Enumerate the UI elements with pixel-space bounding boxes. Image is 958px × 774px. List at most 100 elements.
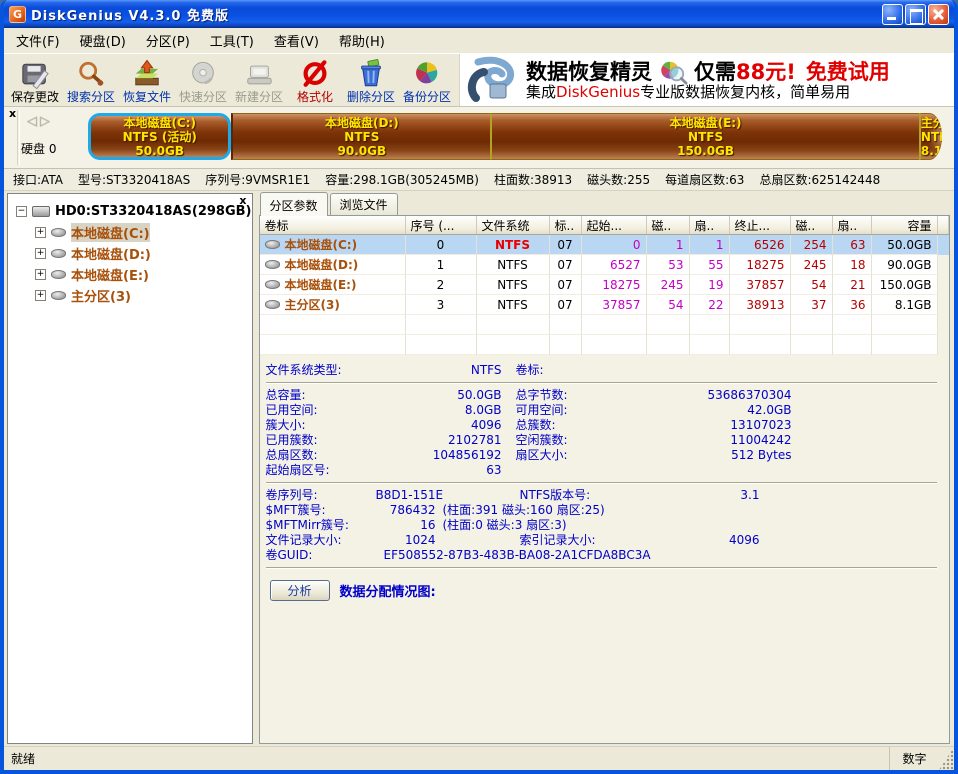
cell-start-cyl: 6527	[582, 255, 647, 275]
table-row[interactable]: 本地磁盘(E:) 2 NTFS 07 18275 245 19 37857 54…	[260, 275, 950, 295]
resize-grip[interactable]	[939, 747, 954, 770]
status-bar: 就绪 数字	[4, 746, 954, 770]
detail-extra: (柱面:391 磁头:160 扇区:25)	[443, 503, 605, 518]
tree-item-disk[interactable]: − HD0:ST3320418AS(298GB)	[8, 201, 252, 222]
ad-banner[interactable]: 数据恢复精灵 仅需88元! 免费试用 集成DiskGenius专业版数据恢复内核…	[459, 54, 954, 106]
cell-filler	[938, 295, 950, 315]
trash-icon	[356, 59, 386, 90]
volume-name: 主分区(3)	[285, 296, 340, 313]
ad-price: 88元!	[736, 61, 796, 83]
analyze-row: 分析 数据分配情况图:	[266, 573, 942, 601]
cell-capacity: 50.0GB	[872, 235, 938, 255]
menu-file[interactable]: 文件(F)	[6, 28, 70, 53]
expand-icon[interactable]: +	[35, 248, 46, 259]
partition-segment-c[interactable]: 本地磁盘(C:) NTFS (活动) 50.0GB	[88, 113, 231, 160]
tab-partition-params[interactable]: 分区参数	[260, 192, 328, 216]
detail-row: 总扇区数:104856192 扇区大小:512 Bytes	[266, 448, 942, 463]
separator	[266, 382, 938, 384]
delete-partition-button[interactable]: 删除分区	[343, 55, 399, 106]
table-row[interactable]: 本地磁盘(C:) 0 NTFS 07 0 1 1 6526 254 63 50.…	[260, 235, 950, 255]
cell-start-cyl: 37857	[582, 295, 647, 315]
format-slash-icon	[300, 59, 330, 90]
col-tag[interactable]: 标..	[550, 216, 582, 234]
cell-end-head: 37	[791, 295, 833, 315]
backup-partition-button[interactable]: 备份分区	[399, 55, 455, 106]
menu-help[interactable]: 帮助(H)	[329, 28, 395, 53]
col-end-sec[interactable]: 扇..	[833, 216, 872, 234]
cell-filesystem: NTFS	[477, 275, 550, 295]
tree-close-icon[interactable]: x	[239, 195, 246, 207]
close-button[interactable]	[928, 4, 949, 25]
menu-disk[interactable]: 硬盘(D)	[70, 28, 136, 53]
toolbar-label: 格式化	[297, 90, 333, 104]
magnifier-icon	[76, 59, 106, 90]
search-partition-button[interactable]: 搜索分区	[63, 55, 119, 106]
menu-tools[interactable]: 工具(T)	[200, 28, 264, 53]
detail-value: 3.1	[650, 488, 760, 503]
detail-label: 已用簇数:	[266, 433, 406, 448]
table-row[interactable]: 主分区(3) 3 NTFS 07 37857 54 22 38913 37 36…	[260, 295, 950, 315]
cell-index: 3	[406, 295, 477, 315]
col-filesystem[interactable]: 文件系统	[477, 216, 550, 234]
ad-text: 数据恢复精灵 仅需88元! 免费试用 集成DiskGenius专业版数据恢复内核…	[526, 59, 890, 101]
partition-segment-4[interactable]: 主分区(3) NTFS 8.1GB	[919, 113, 942, 160]
toolbar-label: 保存更改	[11, 90, 59, 104]
collapse-icon[interactable]: −	[16, 206, 27, 217]
tab-browse-files[interactable]: 浏览文件	[330, 193, 398, 215]
disk-info-bar: 接口:ATA 型号:ST3320418AS 序列号:9VMSR1E1 容量:29…	[4, 169, 954, 191]
col-filler	[938, 216, 950, 234]
analyze-button[interactable]: 分析	[270, 580, 330, 601]
panel-close-icon[interactable]: x	[9, 108, 16, 120]
tree-item-label: 本地磁盘(E:)	[71, 265, 149, 284]
expand-icon[interactable]: +	[35, 227, 46, 238]
detail-row: 总容量:50.0GB 总字节数:53686370304	[266, 388, 942, 403]
prev-disk-icon[interactable]: ◁	[27, 114, 40, 129]
cell-start-cyl: 18275	[582, 275, 647, 295]
menu-partition[interactable]: 分区(P)	[136, 28, 200, 53]
detail-row: 卷GUID:EF508552-87B3-483B-BA08-2A1CFDA8BC…	[266, 548, 942, 563]
save-changes-button[interactable]: 保存更改	[7, 55, 63, 106]
col-start-cyl[interactable]: 起始...	[582, 216, 647, 234]
col-volume-label[interactable]: 卷标	[260, 216, 406, 234]
ad-price-prefix: 仅需	[694, 61, 736, 83]
col-index[interactable]: 序号 (...	[406, 216, 477, 234]
detail-label: 总扇区数:	[266, 448, 406, 463]
detail-label: 卷GUID:	[266, 548, 376, 563]
quick-partition-button[interactable]: 快速分区	[175, 55, 231, 106]
partition-params-panel: 卷标 序号 (... 文件系统 标.. 起始... 磁.. 扇.. 终止... …	[259, 215, 951, 744]
disk-nav-arrows[interactable]: ◁▷	[27, 114, 53, 129]
cell-start-sec: 22	[690, 295, 730, 315]
minimize-button[interactable]	[882, 4, 903, 25]
table-header: 卷标 序号 (... 文件系统 标.. 起始... 磁.. 扇.. 终止... …	[260, 216, 950, 235]
partition-segment-e[interactable]: 本地磁盘(E:) NTFS 150.0GB	[490, 113, 919, 160]
expand-icon[interactable]: +	[35, 269, 46, 280]
maximize-button[interactable]	[905, 4, 926, 25]
tree-item-d[interactable]: + 本地磁盘(D:)	[8, 243, 252, 264]
col-start-sec[interactable]: 扇..	[690, 216, 730, 234]
volume-name: 本地磁盘(E:)	[285, 276, 357, 293]
col-capacity[interactable]: 容量	[872, 216, 938, 234]
format-button[interactable]: 格式化	[287, 55, 343, 106]
cell-capacity: 8.1GB	[872, 295, 938, 315]
col-start-head[interactable]: 磁..	[647, 216, 690, 234]
menu-view[interactable]: 查看(V)	[264, 28, 329, 53]
col-end-cyl[interactable]: 终止...	[730, 216, 791, 234]
detail-label: 索引记录大小:	[520, 533, 650, 548]
table-row[interactable]: 本地磁盘(D:) 1 NTFS 07 6527 53 55 18275 245 …	[260, 255, 950, 275]
ad-trial: 免费试用	[806, 61, 890, 83]
col-end-head[interactable]: 磁..	[791, 216, 833, 234]
segment-name: 本地磁盘(D:)	[233, 116, 490, 130]
detail-row: 已用簇数:2102781 空闲簇数:11004242	[266, 433, 942, 448]
tree-item-primary[interactable]: + 主分区(3)	[8, 285, 252, 306]
new-partition-button[interactable]: 新建分区	[231, 55, 287, 106]
tree-item-c[interactable]: + 本地磁盘(C:)	[8, 222, 252, 243]
partition-segment-d[interactable]: 本地磁盘(D:) NTFS 90.0GB	[231, 113, 490, 160]
cell-end-cyl: 6526	[730, 235, 791, 255]
recover-files-button[interactable]: 恢复文件	[119, 55, 175, 106]
next-disk-icon[interactable]: ▷	[40, 114, 53, 129]
window-title: DiskGenius V4.3.0 免费版	[31, 5, 880, 24]
tree-item-e[interactable]: + 本地磁盘(E:)	[8, 264, 252, 285]
detail-value: 4096	[650, 533, 760, 548]
expand-icon[interactable]: +	[35, 290, 46, 301]
cell-start-cyl: 0	[582, 235, 647, 255]
